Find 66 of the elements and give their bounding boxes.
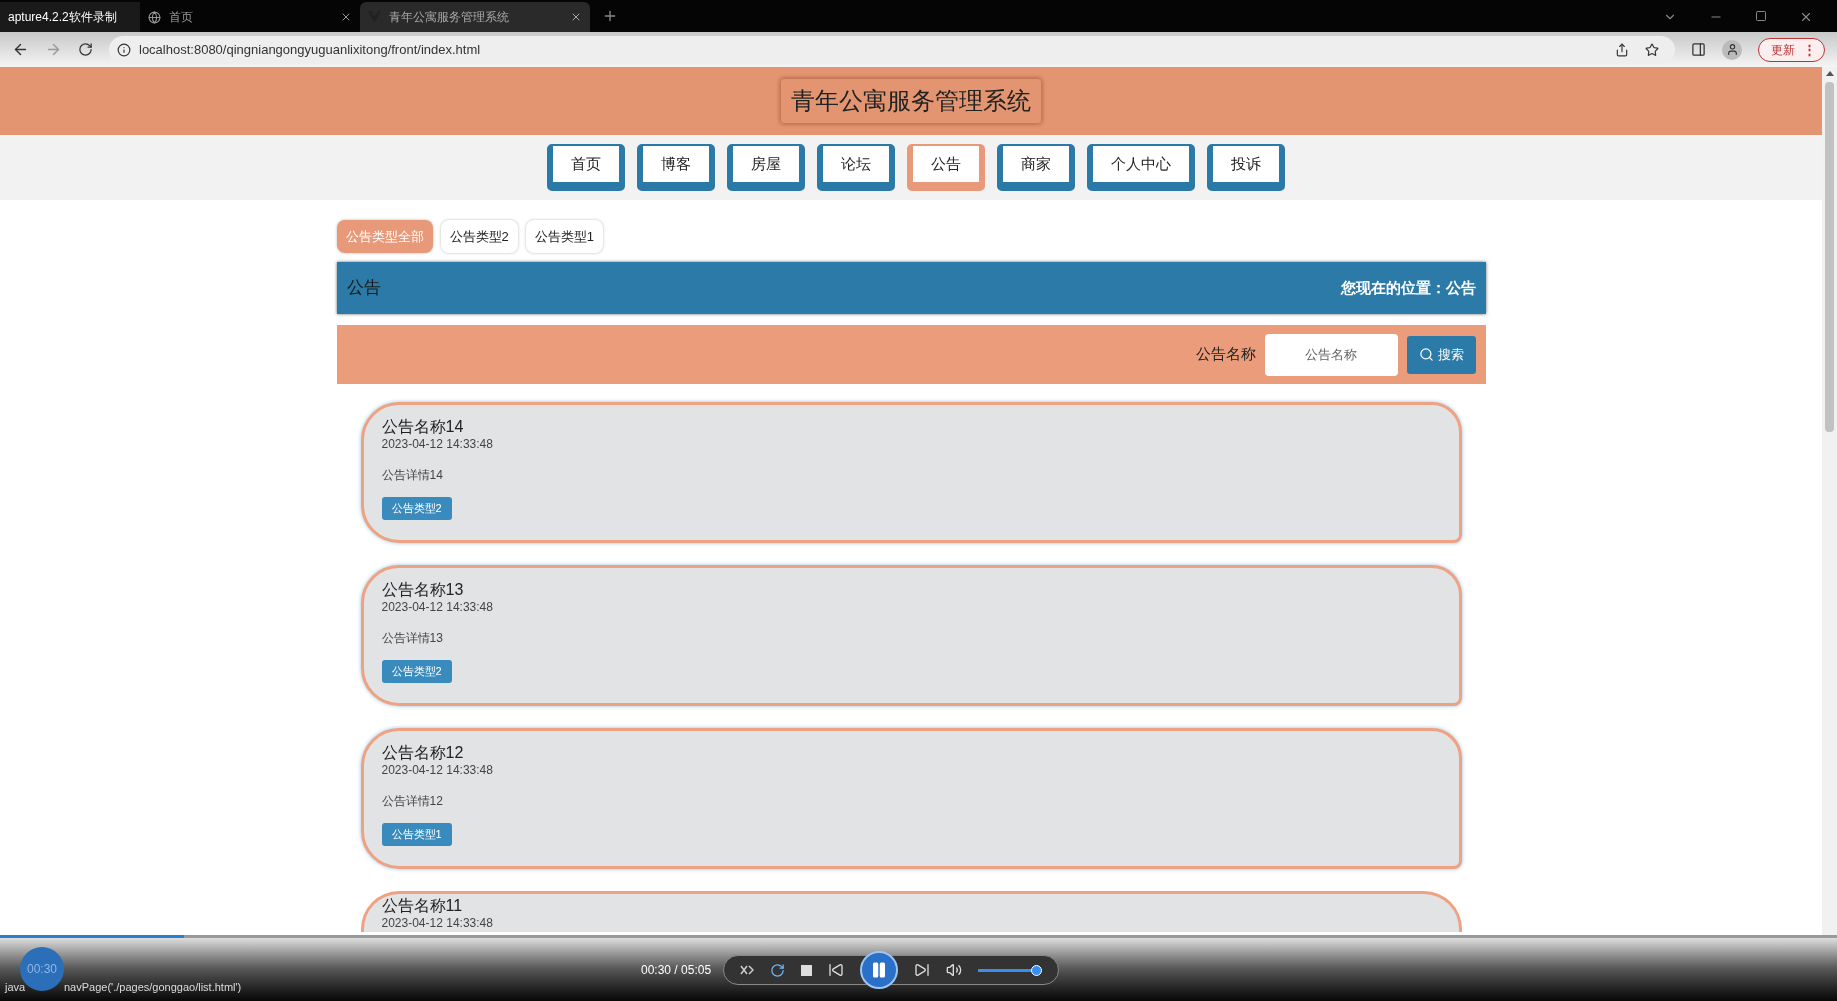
nav-tab[interactable]: 博客 [637, 144, 715, 191]
notice-date: 2023-04-12 14:33:48 [381, 763, 494, 778]
nav-tab[interactable]: 首页 [547, 144, 625, 191]
nav-tab[interactable]: 公告 [907, 144, 985, 191]
pause-button[interactable] [860, 951, 899, 989]
browser-tab[interactable]: apture4.2.2软件录制 [0, 2, 140, 32]
notice-card[interactable]: 公告名称11 2023-04-12 14:33:48 [360, 891, 1462, 932]
site-title: 青年公寓服务管理系统 [780, 78, 1042, 124]
repeat-icon[interactable] [770, 962, 786, 978]
browser-menu-button[interactable]: ⋮ [1799, 39, 1820, 60]
notice-tag: 公告类型2 [381, 660, 452, 683]
filter-button[interactable]: 公告类型1 [525, 220, 603, 253]
browser-tab[interactable]: 首页 [140, 2, 360, 32]
back-icon[interactable] [12, 41, 29, 58]
close-window-icon[interactable] [1799, 10, 1813, 24]
profile-avatar[interactable] [1722, 39, 1742, 60]
nav-tab[interactable]: 房屋 [727, 144, 805, 191]
close-tab-icon[interactable] [340, 11, 352, 23]
notice-title: 公告名称12 [381, 743, 465, 763]
notice-detail: 公告详情13 [381, 630, 444, 647]
notice-card[interactable]: 公告名称14 2023-04-12 14:33:48 公告详情14 公告类型2 [360, 402, 1462, 543]
globe-icon [148, 10, 161, 24]
nav-tab[interactable]: 论坛 [817, 144, 895, 191]
fast-forward-icon[interactable] [914, 962, 931, 978]
nav-tab[interactable]: 商家 [997, 144, 1075, 191]
notice-card[interactable]: 公告名称13 2023-04-12 14:33:48 公告详情13 公告类型2 [360, 565, 1462, 706]
reload-icon[interactable] [78, 42, 93, 57]
scrollbar-thumb[interactable] [1825, 82, 1834, 432]
search-label: 公告名称 [1195, 344, 1256, 365]
share-icon[interactable] [1615, 42, 1629, 57]
close-tab-icon[interactable] [570, 11, 582, 23]
section-title: 公告 [346, 277, 381, 300]
nav-tab[interactable]: 投诉 [1207, 144, 1285, 191]
volume-icon[interactable] [946, 962, 963, 978]
notice-tag: 公告类型1 [381, 823, 452, 846]
notice-date: 2023-04-12 14:33:48 [381, 600, 494, 615]
notice-title: 公告名称14 [381, 417, 465, 437]
update-button[interactable]: 更新 [1771, 40, 1795, 59]
status-text-start: java [5, 979, 26, 995]
scrollbar[interactable] [1822, 67, 1837, 935]
notice-date: 2023-04-12 14:33:48 [381, 916, 494, 931]
browser-tab[interactable]: 青年公寓服务管理系统 [360, 2, 590, 32]
time-display: 00:30 / 05:05 [641, 962, 712, 979]
restore-icon[interactable] [1755, 10, 1767, 22]
notice-tag: 公告类型2 [381, 497, 452, 520]
volume-thumb[interactable] [1030, 964, 1042, 976]
status-text-end: navPage('./pages/gonggao/list.html') [64, 979, 242, 995]
stop-icon[interactable] [801, 964, 813, 976]
notice-detail: 公告详情12 [381, 793, 444, 810]
progress-track[interactable] [0, 935, 1837, 938]
info-icon [117, 42, 131, 57]
new-tab-icon[interactable] [602, 8, 618, 24]
rewind-icon[interactable] [828, 962, 845, 978]
filter-button[interactable]: 公告类型2 [440, 220, 518, 253]
notice-detail: 公告详情14 [381, 467, 444, 484]
nav-tab[interactable]: 个人中心 [1087, 144, 1195, 191]
notice-date: 2023-04-12 14:33:48 [381, 437, 494, 452]
breadcrumb: 您现在的位置：公告 [1340, 277, 1476, 298]
notice-card[interactable]: 公告名称12 2023-04-12 14:33:48 公告详情12 公告类型1 [360, 728, 1462, 869]
search-button[interactable]: 搜索 [1406, 335, 1476, 374]
notice-title: 公告名称13 [381, 580, 465, 600]
side-panel-icon[interactable] [1691, 42, 1706, 57]
bookmark-star-icon[interactable] [1645, 42, 1659, 57]
search-field[interactable]: 公告名称 [1264, 333, 1398, 376]
notice-title: 公告名称11 [381, 896, 464, 916]
search-icon [1418, 347, 1434, 362]
